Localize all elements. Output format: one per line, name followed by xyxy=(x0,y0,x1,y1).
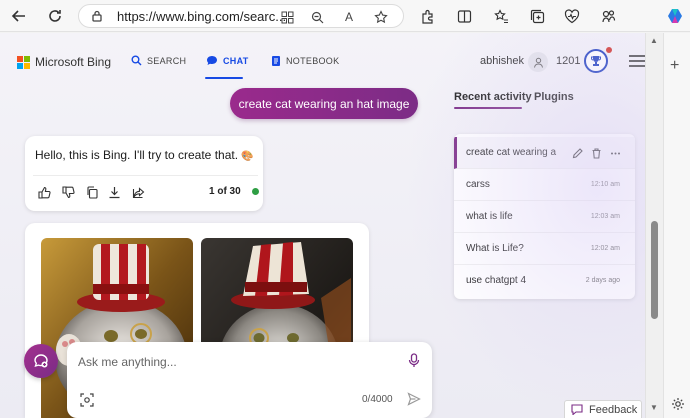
recent-item-date: 2 days ago xyxy=(585,277,620,284)
search-icon xyxy=(131,55,142,66)
bot-message-text: Hello, this is Bing. I'll try to create … xyxy=(35,148,254,162)
notebook-icon xyxy=(272,56,280,66)
notification-dot xyxy=(606,47,612,53)
delete-icon[interactable] xyxy=(590,147,602,159)
refresh-icon[interactable] xyxy=(44,5,66,27)
feedback-button[interactable]: Feedback xyxy=(564,400,642,418)
performance-icon[interactable] xyxy=(597,5,619,27)
microsoft-logo-icon xyxy=(17,55,30,69)
feedback-icon xyxy=(571,404,583,415)
zoom-icon[interactable] xyxy=(307,7,327,27)
user-message: create cat wearing an hat image xyxy=(230,88,418,119)
visual-search-icon[interactable] xyxy=(80,393,94,412)
send-icon[interactable] xyxy=(407,392,421,411)
collections-icon[interactable] xyxy=(526,5,548,27)
copilot-icon[interactable] xyxy=(664,5,686,27)
nav-chat-label: CHAT xyxy=(223,55,249,66)
bing-chat-page: Microsoft Bing SEARCH CHAT NOTEBOOK abhi… xyxy=(0,33,645,418)
chat-input[interactable] xyxy=(78,352,398,372)
address-bar[interactable]: https://www.bing.com/searc... A xyxy=(78,4,404,28)
avatar[interactable] xyxy=(528,52,548,72)
rewards-points[interactable]: 1201 xyxy=(556,55,580,67)
recent-item[interactable]: use chatgpt 4 2 days ago xyxy=(454,265,635,297)
share-icon[interactable] xyxy=(130,184,146,200)
recent-item-title: create cat wearing a xyxy=(466,147,557,158)
url-text: https://www.bing.com/searc... xyxy=(117,9,287,24)
copy-icon[interactable] xyxy=(84,184,100,200)
menu-icon[interactable] xyxy=(629,55,645,67)
microphone-icon[interactable] xyxy=(408,353,420,373)
favorite-star-icon[interactable] xyxy=(371,7,391,27)
recent-activity-list: create cat wearing a carss 12:10 am what… xyxy=(454,134,635,299)
bot-message-card: Hello, this is Bing. I'll try to create … xyxy=(25,136,263,211)
recent-item-title: What is Life? xyxy=(466,243,524,254)
logo-text: Microsoft Bing xyxy=(35,55,112,69)
recent-item-title: carss xyxy=(466,179,490,190)
scrollbar-thumb[interactable] xyxy=(651,221,658,319)
recent-item[interactable]: create cat wearing a xyxy=(454,137,635,169)
new-topic-button[interactable] xyxy=(24,344,58,378)
bing-logo[interactable]: Microsoft Bing xyxy=(17,55,111,69)
char-count: 0/4000 xyxy=(362,394,393,405)
scroll-up-icon[interactable]: ▲ xyxy=(650,36,658,45)
settings-gear-icon[interactable] xyxy=(671,397,685,416)
back-icon[interactable] xyxy=(8,5,30,27)
edit-icon[interactable] xyxy=(571,147,583,159)
recent-item-date: 12:02 am xyxy=(590,245,620,252)
dislike-icon[interactable] xyxy=(60,184,76,200)
user-icon xyxy=(533,57,543,68)
message-actions: 1 of 30 xyxy=(33,175,259,205)
username[interactable]: abhishek xyxy=(480,55,524,67)
apps-icon[interactable] xyxy=(277,7,297,27)
edge-sidebar: + xyxy=(663,33,690,418)
chat-input-box: 0/4000 xyxy=(67,342,432,418)
add-icon[interactable]: + xyxy=(670,57,679,75)
more-icon[interactable] xyxy=(609,147,621,159)
extensions-icon[interactable] xyxy=(416,5,438,27)
browser-essentials-icon[interactable] xyxy=(561,5,583,27)
nav-notebook[interactable]: NOTEBOOK xyxy=(271,55,339,67)
recent-item[interactable]: what is life 12:03 am xyxy=(454,201,635,233)
favorites-icon[interactable] xyxy=(490,5,512,27)
palette-emoji: 🎨 xyxy=(241,151,254,162)
recent-item-date: 12:03 am xyxy=(590,213,620,220)
nav-chat[interactable]: CHAT xyxy=(206,55,249,66)
page-scrollbar[interactable]: ▲ ▼ xyxy=(645,33,663,418)
lock-icon xyxy=(92,10,102,22)
recent-item-title: what is life xyxy=(466,211,513,222)
nav-search[interactable]: SEARCH xyxy=(131,55,186,66)
recent-item[interactable]: What is Life? 12:02 am xyxy=(454,233,635,265)
nav-active-indicator xyxy=(205,77,243,79)
new-chat-icon xyxy=(34,354,48,368)
nav-notebook-label: NOTEBOOK xyxy=(286,56,340,66)
like-icon[interactable] xyxy=(36,184,52,200)
recent-item-title: use chatgpt 4 xyxy=(466,275,527,286)
browser-toolbar: https://www.bing.com/searc... A xyxy=(0,0,690,32)
feedback-label: Feedback xyxy=(589,403,638,416)
scroll-down-icon[interactable]: ▼ xyxy=(650,403,658,412)
tab-plugins[interactable]: Plugins xyxy=(534,91,574,103)
nav-search-label: SEARCH xyxy=(147,55,187,66)
split-screen-icon[interactable] xyxy=(453,5,475,27)
rewards-icon[interactable] xyxy=(584,49,608,73)
tab-recent-activity[interactable]: Recent activity xyxy=(454,91,532,103)
export-icon[interactable] xyxy=(106,184,122,200)
response-count: 1 of 30 xyxy=(209,186,241,197)
status-dot xyxy=(252,188,259,195)
read-aloud-icon[interactable]: A xyxy=(339,7,359,27)
recent-item[interactable]: carss 12:10 am xyxy=(454,169,635,201)
chat-icon xyxy=(207,56,217,65)
recent-item-date: 12:10 am xyxy=(590,181,620,188)
tab-active-indicator xyxy=(454,107,522,109)
